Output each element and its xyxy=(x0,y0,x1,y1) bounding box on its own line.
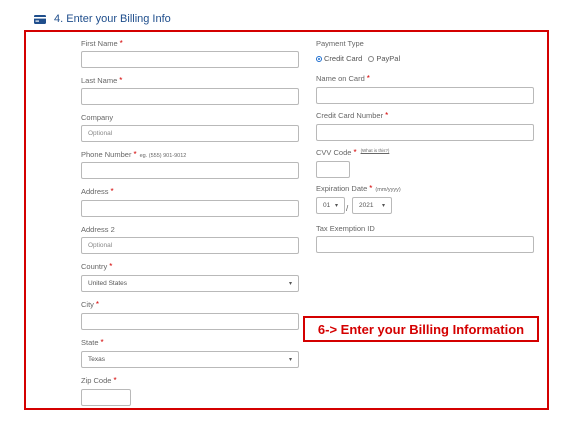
dropdown-caret-icon: ▾ xyxy=(381,203,385,209)
country-selected-value: United States xyxy=(88,280,128,287)
expiration-month-value: 01 xyxy=(323,202,331,209)
expiration-label: Expiration Date * (mm/yyyy) xyxy=(316,184,401,193)
address2-label: Address 2 xyxy=(81,225,115,234)
expiration-year-select[interactable]: 2021 ▾ xyxy=(352,197,392,214)
state-select[interactable]: Texas ▾ xyxy=(81,351,299,368)
tax-exemption-input[interactable] xyxy=(316,236,534,253)
expiration-year-value: 2021 xyxy=(359,202,374,209)
state-selected-value: Texas xyxy=(88,356,105,363)
section-title: 4. Enter your Billing Info xyxy=(54,13,171,25)
radio-unchecked-icon xyxy=(368,55,375,62)
country-label: Country * xyxy=(81,262,113,271)
zip-label: Zip Code * xyxy=(81,376,117,385)
zip-input[interactable] xyxy=(81,389,131,406)
card-number-label: Credit Card Number * xyxy=(316,111,389,120)
company-label: Company xyxy=(81,113,114,122)
dropdown-caret-icon: ▾ xyxy=(334,203,338,209)
credit-card-icon xyxy=(34,14,46,24)
last-name-input[interactable] xyxy=(81,88,299,105)
city-label: City * xyxy=(81,300,100,309)
phone-label: Phone Number * eg. (555) 901-9012 xyxy=(81,150,187,159)
country-select[interactable]: United States ▾ xyxy=(81,275,299,292)
address-label: Address * xyxy=(81,187,114,196)
radio-credit-card[interactable]: Credit Card xyxy=(316,54,362,63)
first-name-label: First Name * xyxy=(81,39,123,48)
tax-exemption-label: Tax Exemption ID xyxy=(316,224,375,233)
city-input[interactable] xyxy=(81,313,299,330)
payment-type-label: Payment Type xyxy=(316,39,364,48)
address2-input[interactable] xyxy=(81,237,299,254)
payment-type-options: Credit Card PayPal xyxy=(316,54,400,63)
last-name-label: Last Name * xyxy=(81,76,123,85)
cvv-label: CVV Code * (What is this?) xyxy=(316,148,390,157)
address-input[interactable] xyxy=(81,200,299,217)
state-label: State * xyxy=(81,338,104,347)
first-name-input[interactable] xyxy=(81,51,299,68)
section-header: 4. Enter your Billing Info xyxy=(34,10,171,28)
expiration-month-select[interactable]: 01 ▾ xyxy=(316,197,345,214)
instruction-callout: 6-> Enter your Billing Information xyxy=(303,316,539,342)
company-input[interactable] xyxy=(81,125,299,142)
expiration-separator: / xyxy=(346,204,349,213)
radio-paypal[interactable]: PayPal xyxy=(368,54,400,63)
phone-input[interactable] xyxy=(81,162,299,179)
name-on-card-label: Name on Card * xyxy=(316,74,370,83)
name-on-card-input[interactable] xyxy=(316,87,534,104)
radio-checked-icon xyxy=(316,55,322,62)
cvv-help-link[interactable]: (What is this?) xyxy=(361,148,390,153)
card-number-input[interactable] xyxy=(316,124,534,141)
dropdown-caret-icon: ▾ xyxy=(288,281,292,287)
cvv-input[interactable] xyxy=(316,161,350,178)
dropdown-caret-icon: ▾ xyxy=(288,357,292,363)
